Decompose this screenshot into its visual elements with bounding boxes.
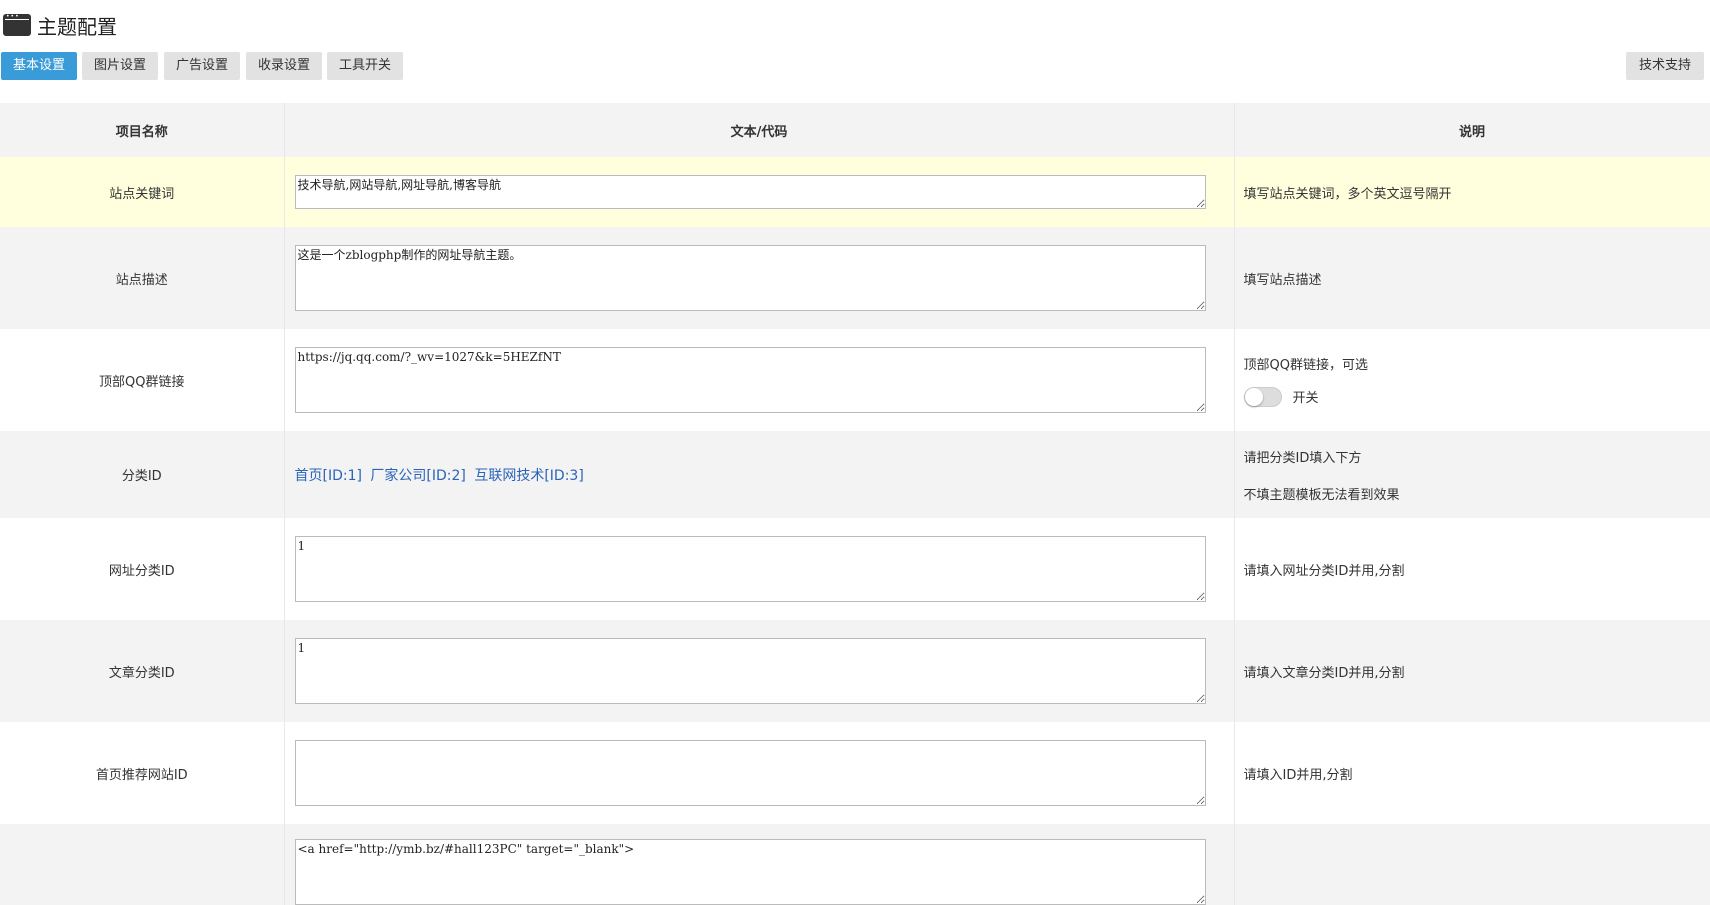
row-description: 请填入文章分类ID并用,分割 [1234,620,1710,722]
row-description: 填写站点描述 [1234,227,1710,329]
table-row: 网址分类ID 1 请填入网址分类ID并用,分割 [0,518,1710,620]
row-description [1234,824,1710,905]
row-description: 顶部QQ群链接，可选 [1243,357,1368,373]
toggle-label: 开关 [1292,391,1319,406]
row-value-cell: 1 [284,620,1235,722]
row-description: 请填入网址分类ID并用,分割 [1234,518,1710,620]
site-keywords-textarea[interactable]: 技术导航,网站导航,网址导航,博客导航 [294,175,1206,209]
row-value-cell: 技术导航,网站导航,网址导航,博客导航 [284,157,1235,227]
page-title: 主题配置 [37,14,117,39]
row-name: 站点关键词 [0,157,285,227]
tab-index-settings[interactable]: 收录设置 [246,52,322,80]
row-name: 文章分类ID [0,620,285,722]
column-header-value: 文本/代码 [284,103,1235,157]
table-row: 首页推荐网站ID 请填入ID并用,分割 [0,722,1710,824]
qq-link-toggle[interactable] [1243,386,1282,407]
row-name: 分类ID [0,431,285,518]
article-category-id-textarea[interactable]: 1 [294,638,1206,704]
url-category-id-textarea[interactable]: 1 [294,536,1206,602]
ad-code-textarea[interactable]: <a href="http://ymb.bz/#hall123PC" targe… [294,839,1206,905]
row-value-cell: 首页[ID:1] 厂家公司[ID:2] 互联网技术[ID:3] [284,431,1235,518]
tech-support-button[interactable]: 技术支持 [1626,52,1704,80]
column-header-description: 说明 [1234,103,1710,157]
tab-tool-switches[interactable]: 工具开关 [327,52,403,80]
row-description-cell: 顶部QQ群链接，可选 开关 [1234,329,1710,431]
tab-ad-settings[interactable]: 广告设置 [164,52,240,80]
tab-basic-settings[interactable]: 基本设置 [1,52,77,80]
row-name: 首页推荐网站ID [0,722,285,824]
toggle-knob [1244,387,1263,406]
table-row: 顶部QQ群链接 https://jq.qq.com/?_wv=1027&k=5H… [0,329,1710,431]
table-row: <a href="http://ymb.bz/#hall123PC" targe… [0,824,1710,905]
table-row: 分类ID 首页[ID:1] 厂家公司[ID:2] 互联网技术[ID:3] 请把分… [0,431,1710,518]
row-value-cell: 1 [284,518,1235,620]
row-value-cell [284,722,1235,824]
table-row: 文章分类ID 1 请填入文章分类ID并用,分割 [0,620,1710,722]
row-name: 顶部QQ群链接 [0,329,285,431]
site-description-textarea[interactable]: 这是一个zblogphp制作的网址导航主题。 [294,245,1206,311]
table-row: 站点关键词 技术导航,网站导航,网址导航,博客导航 填写站点关键词，多个英文逗号… [0,157,1710,227]
page-header: ••• 主题配置 [0,0,1710,50]
row-name [0,824,285,905]
table-row: 站点描述 这是一个zblogphp制作的网址导航主题。 填写站点描述 [0,227,1710,329]
recommended-site-id-textarea[interactable] [294,740,1206,806]
row-description-secondary: 不填主题模板无法看到效果 [1243,487,1400,503]
row-value-cell: 这是一个zblogphp制作的网址导航主题。 [284,227,1235,329]
qq-group-link-textarea[interactable]: https://jq.qq.com/?_wv=1027&k=5HEZfNT [294,347,1206,413]
row-value-cell: <a href="http://ymb.bz/#hall123PC" targe… [284,824,1235,905]
settings-table: 项目名称 文本/代码 说明 站点关键词 技术导航,网站导航,网址导航,博客导航 … [0,103,1710,905]
row-name: 站点描述 [0,227,285,329]
row-description: 填写站点关键词，多个英文逗号隔开 [1234,157,1710,227]
category-link[interactable]: 互联网技术[ID:3] [474,468,583,484]
window-icon: ••• [3,14,31,36]
row-description-cell: 请把分类ID填入下方 不填主题模板无法看到效果 [1234,431,1710,518]
tab-image-settings[interactable]: 图片设置 [82,52,158,80]
row-name: 网址分类ID [0,518,285,620]
category-link[interactable]: 厂家公司[ID:2] [370,468,465,484]
category-list: 首页[ID:1] 厂家公司[ID:2] 互联网技术[ID:3] [295,465,1220,485]
row-description: 请填入ID并用,分割 [1234,722,1710,824]
row-description: 请把分类ID填入下方 [1243,450,1362,466]
toggle-row: 开关 [1243,386,1709,407]
category-link[interactable]: 首页[ID:1] [295,468,362,484]
column-header-name: 项目名称 [0,103,285,157]
row-value-cell: https://jq.qq.com/?_wv=1027&k=5HEZfNT [284,329,1235,431]
tab-bar: 基本设置 图片设置 广告设置 收录设置 工具开关 技术支持 [0,52,1710,82]
table-header-row: 项目名称 文本/代码 说明 [0,103,1710,157]
